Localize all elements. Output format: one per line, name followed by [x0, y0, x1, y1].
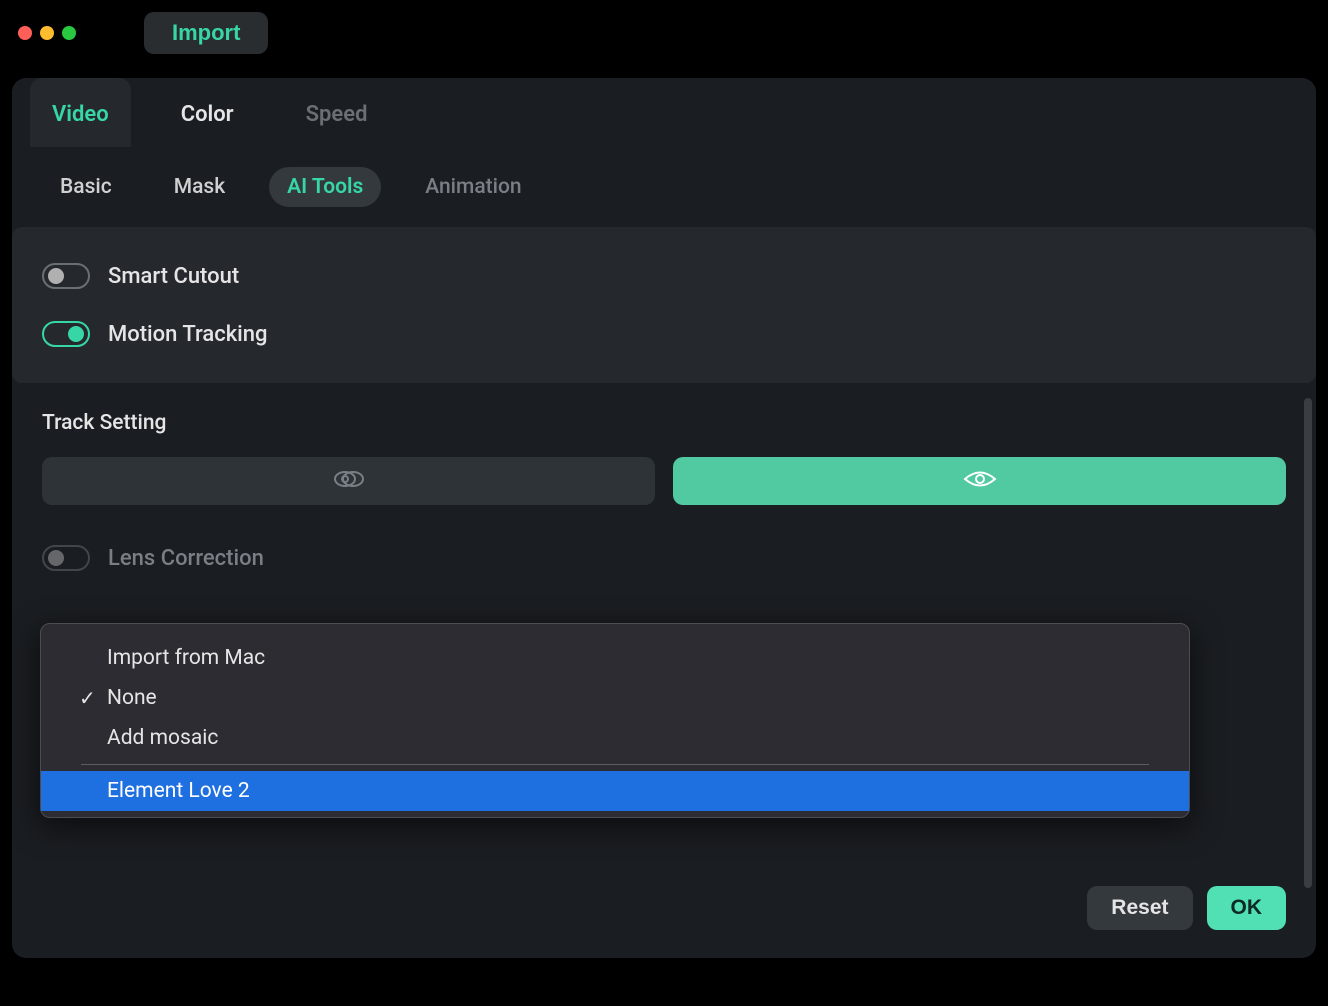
minimize-window-button[interactable]	[40, 26, 54, 40]
subtab-mask[interactable]: Mask	[156, 167, 243, 207]
footer-buttons: Reset OK	[1087, 886, 1286, 930]
lens-correction-toggle[interactable]	[42, 545, 90, 571]
scrollbar-thumb[interactable]	[1304, 398, 1312, 888]
eye-off-icon	[334, 468, 364, 494]
motion-tracking-toggle[interactable]	[42, 321, 90, 347]
dropdown-item-element-love-2[interactable]: Element Love 2	[41, 771, 1189, 811]
subtab-ai-tools[interactable]: AI Tools	[269, 167, 381, 207]
ai-tools-toggles: Smart Cutout Motion Tracking	[12, 227, 1316, 383]
dropdown-item-label: None	[107, 686, 157, 710]
dropdown-item-label: Element Love 2	[107, 779, 250, 803]
close-window-button[interactable]	[18, 26, 32, 40]
smart-cutout-toggle[interactable]	[42, 263, 90, 289]
main-tabs: Video Color Speed	[12, 78, 1316, 147]
subtab-animation[interactable]: Animation	[407, 167, 539, 207]
dropdown-item-import-mac[interactable]: Import from Mac	[41, 638, 1189, 678]
lens-correction-label: Lens Correction	[108, 546, 264, 571]
sub-tabs: Basic Mask AI Tools Animation	[12, 147, 1316, 227]
dropdown-item-add-mosaic[interactable]: Add mosaic	[41, 718, 1189, 758]
check-icon: ✓	[79, 686, 96, 710]
dropdown-item-label: Import from Mac	[107, 646, 265, 670]
reset-button[interactable]: Reset	[1087, 886, 1192, 930]
track-setting-section: Track Setting	[12, 383, 1316, 515]
tab-video[interactable]: Video	[30, 78, 131, 147]
eye-icon	[963, 468, 997, 494]
dropdown-divider	[81, 764, 1149, 765]
track-mode-visible-button[interactable]	[673, 457, 1286, 505]
maximize-window-button[interactable]	[62, 26, 76, 40]
titlebar: Import	[0, 0, 1328, 66]
track-segmented-control	[42, 457, 1286, 505]
link-element-dropdown: Import from Mac ✓ None Add mosaic Elemen…	[40, 623, 1190, 818]
track-mode-hidden-button[interactable]	[42, 457, 655, 505]
smart-cutout-label: Smart Cutout	[108, 264, 239, 289]
track-setting-label: Track Setting	[42, 411, 1286, 435]
import-button[interactable]: Import	[144, 12, 268, 54]
motion-tracking-label: Motion Tracking	[108, 322, 268, 347]
tab-color[interactable]: Color	[159, 78, 256, 147]
smart-cutout-row: Smart Cutout	[42, 247, 1286, 305]
tab-speed[interactable]: Speed	[284, 78, 390, 147]
dropdown-item-none[interactable]: ✓ None	[41, 678, 1189, 718]
subtab-basic[interactable]: Basic	[42, 167, 130, 207]
scrollbar[interactable]	[1304, 398, 1312, 898]
dropdown-item-label: Add mosaic	[107, 726, 218, 750]
motion-tracking-row: Motion Tracking	[42, 305, 1286, 363]
ok-button[interactable]: OK	[1207, 886, 1287, 930]
lens-correction-row: Lens Correction	[12, 515, 1316, 581]
inspector-panel: Video Color Speed Basic Mask AI Tools An…	[12, 78, 1316, 958]
